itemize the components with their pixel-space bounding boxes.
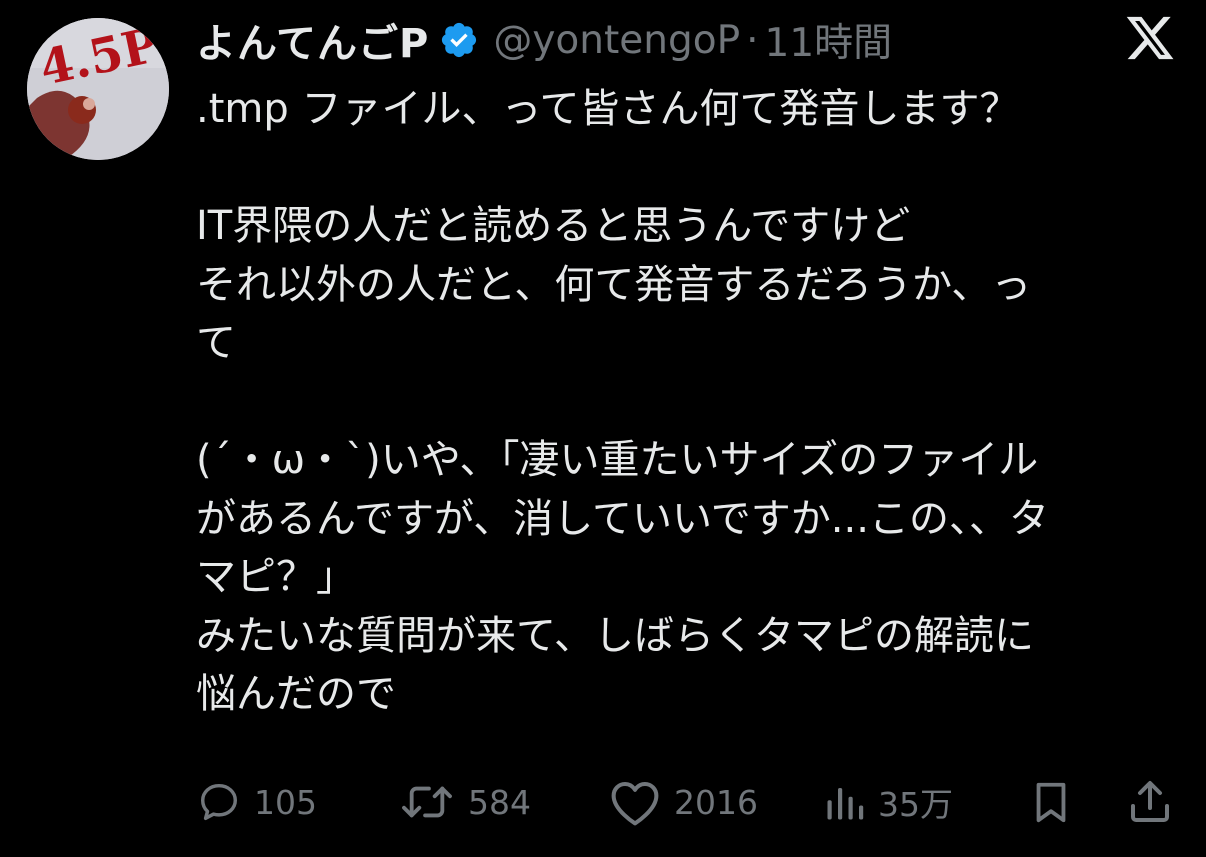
repost-button[interactable]: 584 [398,770,531,834]
tweet-line: IT界隈の人だと読めると思うんですけど [196,203,911,249]
reply-button[interactable]: 105 [196,770,317,834]
views-button[interactable]: 35万 [824,770,953,834]
timestamp[interactable]: 11時間 [765,12,893,68]
share-button[interactable] [1126,770,1174,834]
avatar[interactable]: 4.5P [27,18,169,160]
tweet-line: (´・ω・`)いや、「凄い重たいサイズのファイル [196,437,1039,483]
tweet-text: .tmp ファイル、って皆さん何て発音します？ IT界隈の人だと読めると思うんで… [196,80,1186,724]
repost-count: 584 [468,782,531,822]
tweet-line: それ以外の人だと、何て発音するだろうか、っ [196,261,1032,308]
action-bar: 105 584 2016 35万 [0,770,1206,834]
tweet-line: .tmp ファイル、って皆さん何て発音します？ [196,86,1020,132]
tweet-line: マピ？」 [196,554,356,600]
views-chart-icon [827,788,864,820]
tweet-line [196,373,1186,432]
bookmark-button[interactable] [1028,770,1074,834]
share-icon [1131,781,1169,822]
separator-dot: · [746,17,759,63]
avatar-image: 4.5P [27,18,169,160]
tweet-line: て [196,320,236,366]
views-count: 35万 [878,785,953,824]
like-button[interactable]: 2016 [608,770,758,834]
repost-icon [402,786,452,818]
tweet-line: みたいな質問が来て、しばらくタマピの解読に [196,612,1034,659]
tweet-line [196,139,1186,198]
tweet-header: よんてんごP @yontengoP · 11時間 [196,10,892,70]
handle[interactable]: @yontengoP [493,18,740,63]
reply-count: 105 [254,782,317,822]
display-name[interactable]: よんてんごP [196,11,429,69]
x-logo-icon[interactable] [1124,12,1176,64]
like-count: 2016 [674,782,758,822]
heart-icon [611,781,659,826]
bookmark-icon [1036,782,1066,823]
reply-icon [200,783,238,821]
tweet-line: 悩んだので [196,671,396,717]
verified-badge-icon[interactable] [439,20,479,60]
tweet-line: があるんですが、消していいですか...この、、タ [196,495,1049,542]
